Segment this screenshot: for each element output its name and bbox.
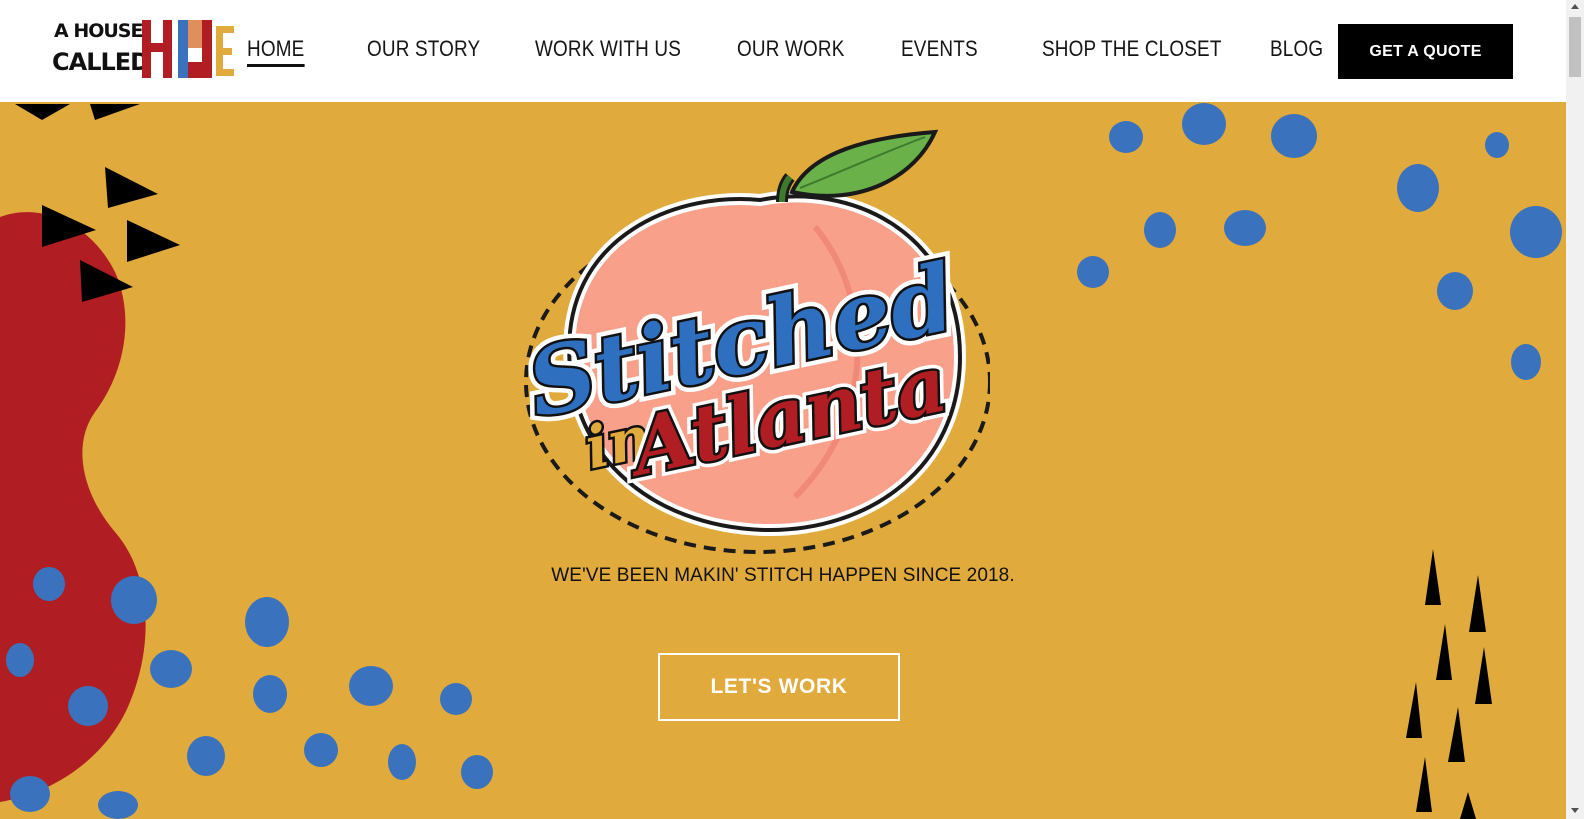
get-a-quote-button[interactable]: GET A QUOTE bbox=[1338, 24, 1513, 79]
lets-work-button[interactable]: LET'S WORK bbox=[658, 653, 900, 721]
logo-hue-mark bbox=[142, 20, 234, 78]
hero-tagline: WE'VE BEEN MAKIN' STITCH HAPPEN SINCE 20… bbox=[551, 565, 1015, 586]
logo-text-line2: CALLED bbox=[52, 48, 150, 76]
stitched-in-atlanta-badge: Stitched Stitched in Atlanta Atlanta bbox=[512, 129, 990, 554]
scrollbar-thumb[interactable] bbox=[1569, 17, 1581, 77]
nav-blog[interactable]: BLOG bbox=[1270, 36, 1323, 62]
nav-our-story[interactable]: OUR STORY bbox=[367, 36, 480, 62]
hero-section: Stitched Stitched in Atlanta Atlanta WE'… bbox=[0, 102, 1566, 819]
site-header: A HOUSE CALLED HOME OUR STORY WORK WITH … bbox=[0, 0, 1566, 102]
nav-shop-the-closet[interactable]: SHOP THE CLOSET bbox=[1042, 36, 1222, 62]
nav-events[interactable]: EVENTS bbox=[901, 36, 978, 62]
nav-work-with-us[interactable]: WORK WITH US bbox=[535, 36, 681, 62]
nav-our-work[interactable]: OUR WORK bbox=[737, 36, 845, 62]
black-spikes-bottom-right bbox=[1406, 549, 1492, 819]
site-logo[interactable]: A HOUSE CALLED bbox=[50, 18, 236, 82]
logo-text-line1: A HOUSE bbox=[54, 20, 143, 42]
nav-home[interactable]: HOME bbox=[247, 36, 305, 67]
scroll-down-arrow-icon[interactable] bbox=[1571, 808, 1579, 813]
scroll-up-arrow-icon[interactable] bbox=[1571, 4, 1579, 9]
blue-dots-top-right bbox=[1077, 103, 1562, 380]
page-scrollbar[interactable] bbox=[1566, 0, 1584, 819]
